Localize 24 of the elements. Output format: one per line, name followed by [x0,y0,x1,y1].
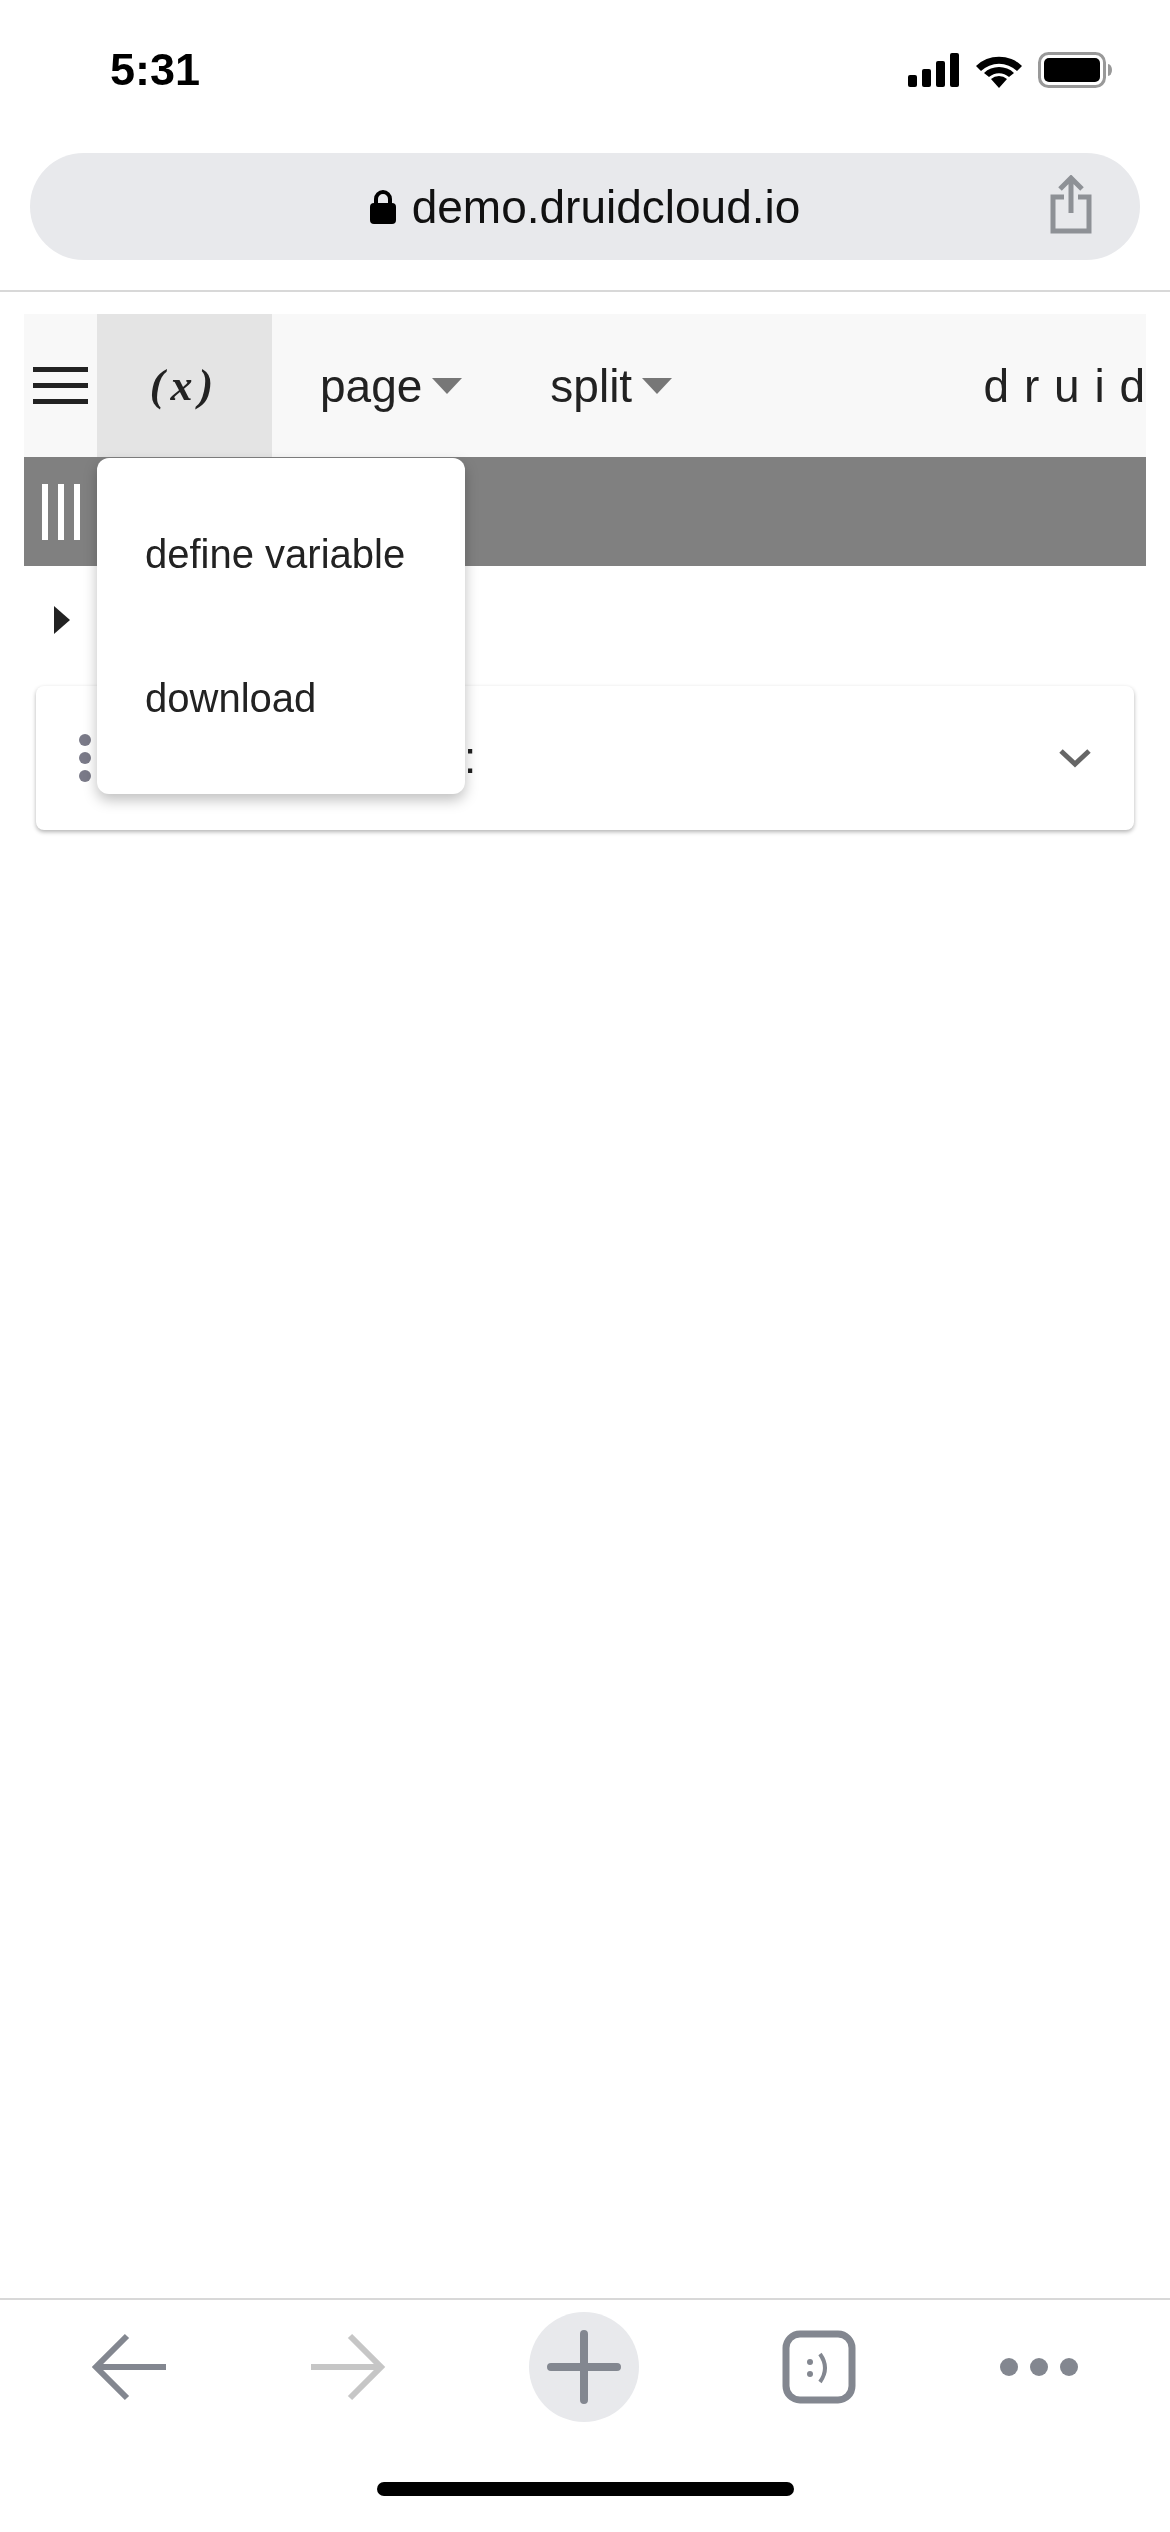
signal-icon [908,53,960,87]
caret-icon [642,377,673,394]
function-button[interactable]: (x) [97,314,272,457]
card-title: : [464,733,477,783]
chevron-down-icon[interactable] [1058,748,1092,768]
battery-icon [1038,52,1112,88]
caret-icon [432,377,463,394]
lock-icon [369,189,396,224]
more-icon[interactable] [998,2357,1079,2377]
brand-name: d r u i d [983,358,1146,413]
dropdown-button[interactable]: page [272,314,483,457]
grip-icon[interactable] [42,483,80,540]
menu-item[interactable]: define variable [97,482,465,626]
back-arrow-icon[interactable] [91,2333,168,2401]
share-icon[interactable] [1048,175,1094,235]
new-tab-button[interactable] [529,2312,639,2422]
menu-icon[interactable] [33,366,88,405]
tabs-icon[interactable] [781,2330,856,2404]
drag-handle-icon[interactable] [78,733,92,783]
expand-triangle-icon[interactable] [54,606,70,634]
address-bar[interactable]: demo.druidcloud.io [30,153,1140,260]
dropdown-button[interactable]: split [502,314,693,457]
status-time: 5:31 [110,44,201,96]
menu-item[interactable]: download [97,626,465,770]
